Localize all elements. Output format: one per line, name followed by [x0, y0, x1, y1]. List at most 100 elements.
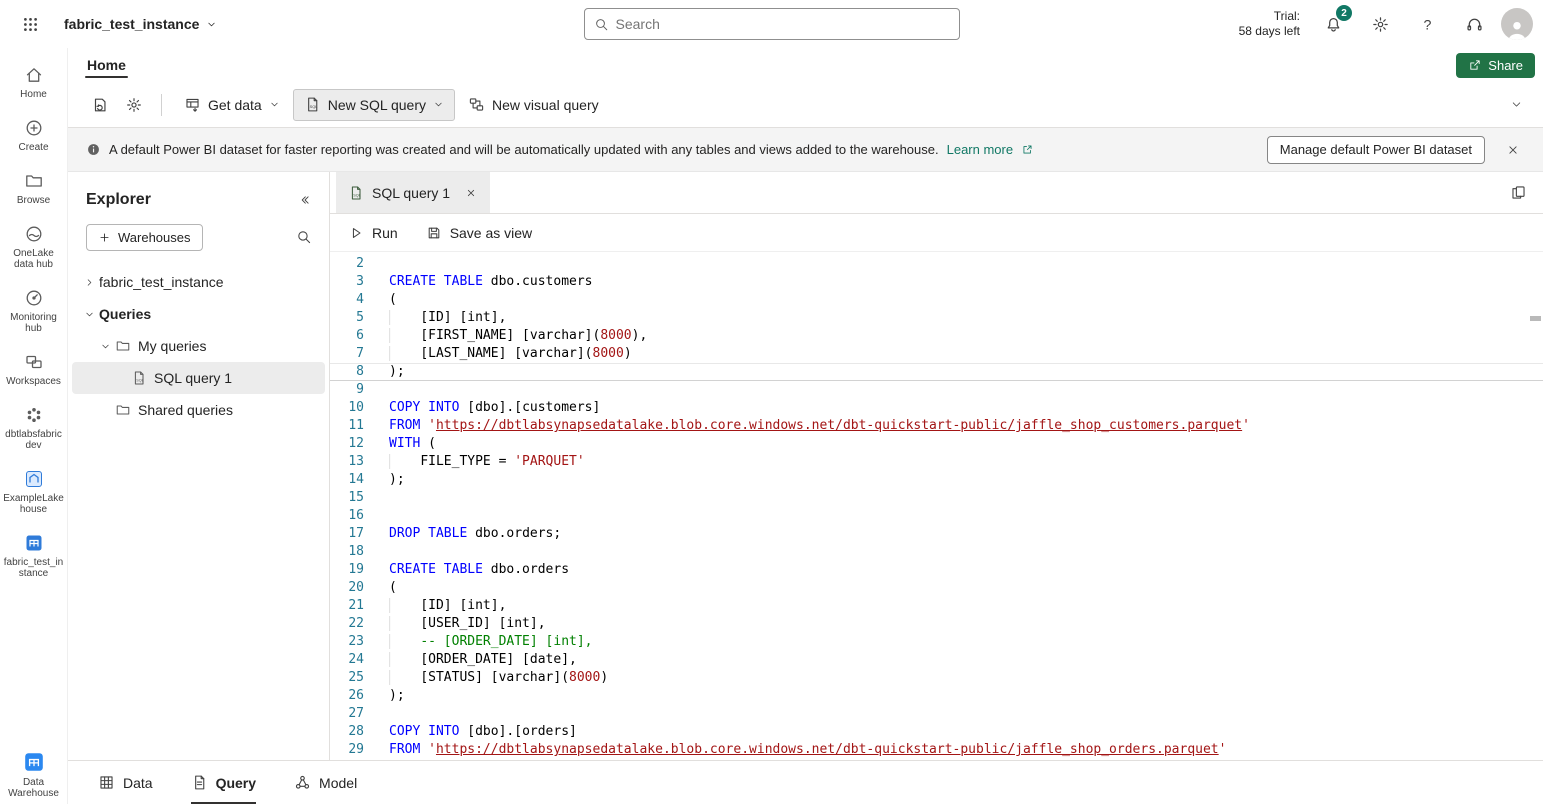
- help-button[interactable]: ?: [1407, 4, 1447, 44]
- onelake-icon: [24, 224, 44, 244]
- tree-item-sql-query-1[interactable]: SQLSQL query 1: [72, 362, 325, 394]
- code-line-15[interactable]: 15: [330, 489, 1543, 507]
- notifications-button[interactable]: 2: [1313, 4, 1353, 44]
- support-button[interactable]: [1454, 4, 1494, 44]
- nav-item-home[interactable]: Home: [0, 56, 67, 109]
- bottom-tab-query[interactable]: Query: [191, 761, 256, 804]
- tree-item-my-queries[interactable]: My queries: [72, 330, 325, 362]
- code-line-20[interactable]: 20(: [330, 579, 1543, 597]
- monitoring-icon: [24, 288, 44, 308]
- gear-icon: [125, 96, 143, 114]
- code-line-11[interactable]: 11FROM 'https://dbtlabsynapsedatalake.bl…: [330, 417, 1543, 435]
- code-line-23[interactable]: 23 -- [ORDER_DATE] [int],: [330, 633, 1543, 651]
- code-line-8[interactable]: 8);: [330, 363, 1543, 381]
- code-line-5[interactable]: 5 [ID] [int],: [330, 309, 1543, 327]
- code-line-27[interactable]: 27: [330, 705, 1543, 723]
- add-warehouses-button[interactable]: Warehouses: [86, 224, 203, 251]
- code-line-21[interactable]: 21 [ID] [int],: [330, 597, 1543, 615]
- nav-item-fabric-test-instance[interactable]: fabric_test_instance: [0, 524, 67, 588]
- code-text: WITH (: [364, 435, 436, 453]
- manage-dataset-button[interactable]: Manage default Power BI dataset: [1267, 136, 1485, 164]
- tree-item-shared-queries[interactable]: Shared queries: [72, 394, 325, 426]
- search-input[interactable]: [616, 16, 950, 32]
- code-line-16[interactable]: 16: [330, 507, 1543, 525]
- code-line-28[interactable]: 28COPY INTO [dbo].[orders]: [330, 723, 1543, 741]
- trial-status: Trial: 58 days left: [1239, 9, 1300, 39]
- code-line-4[interactable]: 4(: [330, 291, 1543, 309]
- tab-home[interactable]: Home: [82, 52, 131, 78]
- code-line-12[interactable]: 12WITH (: [330, 435, 1543, 453]
- share-button[interactable]: Share: [1456, 53, 1535, 78]
- nav-item-dbtlabsfabricdev[interactable]: dbtlabsfabricdev: [0, 396, 67, 460]
- code-text: [ID] [int],: [364, 597, 506, 615]
- query-tab[interactable]: SQL SQL query 1: [336, 172, 490, 213]
- chevron-down-icon[interactable]: [96, 341, 115, 352]
- run-button[interactable]: Run: [348, 225, 398, 241]
- tree-item-queries[interactable]: Queries: [72, 298, 325, 330]
- banner-close-button[interactable]: [1493, 130, 1533, 170]
- code-line-22[interactable]: 22 [USER_ID] [int],: [330, 615, 1543, 633]
- nav-item-onelake-data-hub[interactable]: OneLake data hub: [0, 215, 67, 279]
- learn-more-link[interactable]: Learn more: [947, 142, 1013, 157]
- explorer-search-button[interactable]: [287, 222, 321, 252]
- bottom-tab-data[interactable]: Data: [98, 761, 153, 804]
- nav-item-data-warehouse[interactable]: Data Warehouse: [0, 751, 67, 799]
- nav-item-workspaces[interactable]: Workspaces: [0, 343, 67, 396]
- code-text: [FIRST_NAME] [varchar](8000),: [364, 327, 647, 345]
- warehouse-settings-button[interactable]: [118, 89, 150, 121]
- bottom-tab-model[interactable]: Model: [294, 761, 357, 804]
- code-text: [LAST_NAME] [varchar](8000): [364, 345, 632, 363]
- code-line-6[interactable]: 6 [FIRST_NAME] [varchar](8000),: [330, 327, 1543, 345]
- line-number: 3: [330, 273, 364, 291]
- nav-item-create[interactable]: Create: [0, 109, 67, 162]
- settings-button[interactable]: [1360, 4, 1400, 44]
- editor-pane: SQL SQL query 1 Run Save as view: [330, 172, 1543, 760]
- code-text: (: [364, 291, 397, 309]
- code-text: COPY INTO [dbo].[orders]: [364, 723, 577, 741]
- nav-item-examplelakehouse[interactable]: ExampleLakehouse: [0, 460, 67, 524]
- code-line-26[interactable]: 26);: [330, 687, 1543, 705]
- person-icon: [1506, 18, 1528, 40]
- code-line-17[interactable]: 17DROP TABLE dbo.orders;: [330, 525, 1543, 543]
- create-icon: [24, 118, 44, 138]
- line-number: 19: [330, 561, 364, 579]
- collapse-explorer-button[interactable]: [289, 186, 321, 214]
- code-line-10[interactable]: 10COPY INTO [dbo].[customers]: [330, 399, 1543, 417]
- nav-item-monitoring-hub[interactable]: Monitoring hub: [0, 279, 67, 343]
- code-line-24[interactable]: 24 [ORDER_DATE] [date],: [330, 651, 1543, 669]
- new-sql-query-button[interactable]: SQL New SQL query: [293, 89, 455, 121]
- collapse-toolbar-button[interactable]: [1499, 89, 1533, 121]
- chevron-down-icon[interactable]: [80, 309, 99, 320]
- code-line-2[interactable]: 2: [330, 255, 1543, 273]
- code-line-29[interactable]: 29FROM 'https://dbtlabsynapsedatalake.bl…: [330, 741, 1543, 759]
- code-line-9[interactable]: 9: [330, 381, 1543, 399]
- save-as-view-button[interactable]: Save as view: [426, 225, 532, 241]
- code-line-19[interactable]: 19CREATE TABLE dbo.orders: [330, 561, 1543, 579]
- close-tab-button[interactable]: [458, 180, 484, 206]
- code-line-13[interactable]: 13 FILE_TYPE = 'PARQUET': [330, 453, 1543, 471]
- code-text: FROM 'https://dbtlabsynapsedatalake.blob…: [364, 741, 1226, 759]
- code-line-7[interactable]: 7 [LAST_NAME] [varchar](8000): [330, 345, 1543, 363]
- nav-item-browse[interactable]: Browse: [0, 162, 67, 215]
- code-line-3[interactable]: 3CREATE TABLE dbo.customers: [330, 273, 1543, 291]
- workspace-switcher[interactable]: fabric_test_instance: [64, 16, 217, 32]
- tree-item-fabric-test-instance[interactable]: fabric_test_instance: [72, 266, 325, 298]
- code-line-18[interactable]: 18: [330, 543, 1543, 561]
- new-visual-query-button[interactable]: New visual query: [457, 89, 610, 121]
- search-box[interactable]: [584, 8, 960, 40]
- visual-query-icon: [468, 96, 485, 113]
- scrollbar-marker[interactable]: [1530, 316, 1541, 321]
- line-number: 16: [330, 507, 364, 525]
- refresh-icon: [91, 96, 109, 114]
- refresh-button[interactable]: [84, 89, 116, 121]
- code-line-14[interactable]: 14);: [330, 471, 1543, 489]
- app-launcher-button[interactable]: [10, 4, 50, 44]
- code-line-25[interactable]: 25 [STATUS] [varchar](8000): [330, 669, 1543, 687]
- external-link-icon[interactable]: [1021, 143, 1034, 156]
- account-avatar[interactable]: [1501, 8, 1533, 40]
- code-editor[interactable]: 23CREATE TABLE dbo.customers4(5 [ID] [in…: [330, 252, 1543, 760]
- get-data-button[interactable]: Get data: [173, 89, 291, 121]
- chevron-right-icon[interactable]: [80, 277, 99, 288]
- copy-button[interactable]: [1501, 178, 1535, 208]
- code-text: DROP TABLE dbo.orders;: [364, 525, 561, 543]
